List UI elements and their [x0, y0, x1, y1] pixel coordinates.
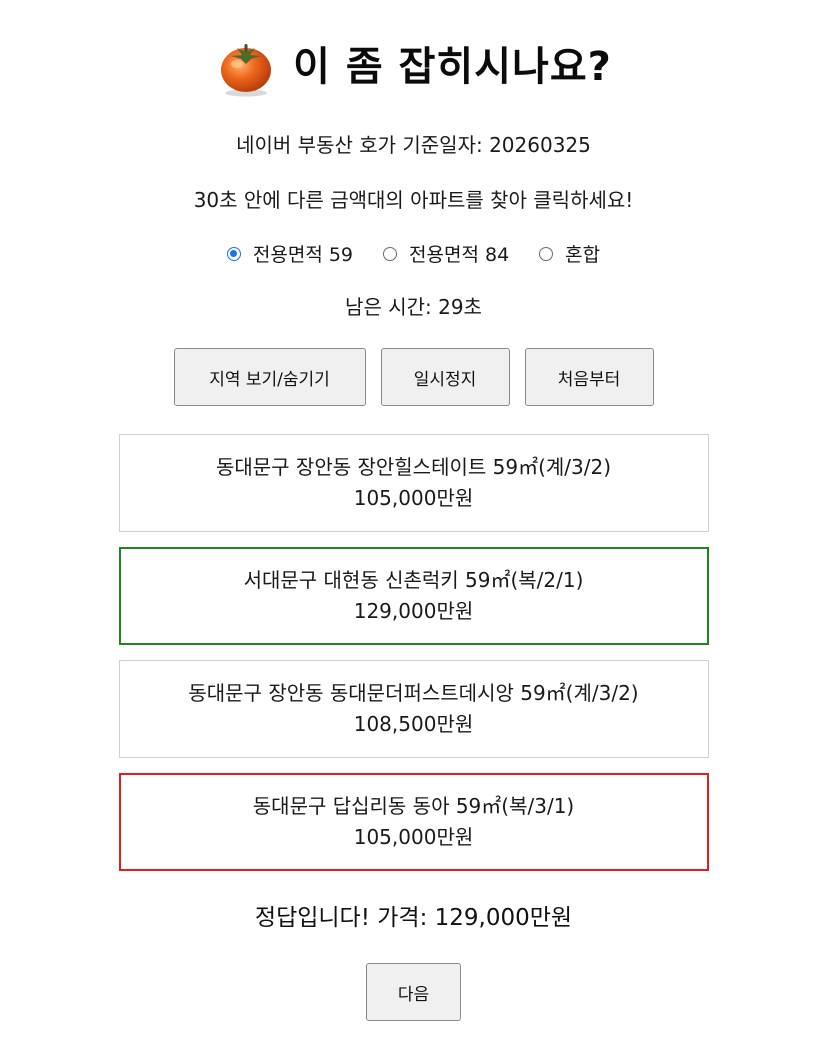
persimmon-icon [221, 44, 272, 97]
radio-label-84: 전용면적 84 [409, 244, 510, 266]
result-message: 정답입니다! 가격: 129,000만원 [254, 905, 573, 931]
apartment-price: 105,000만원 [353, 825, 474, 849]
apartment-card-correct[interactable]: 서대문구 대현동 신촌럭키 59㎡(복/2/1) 129,000만원 [118, 547, 709, 645]
title-row: 이 좀 잡히시나요? [215, 34, 612, 100]
apartment-card[interactable]: 동대문구 장안동 동대문더퍼스트데시앙 59㎡(계/3/2) 108,500만원 [118, 660, 709, 758]
apartment-name: 동대문구 답십리동 동아 59㎡(복/3/1) [252, 794, 575, 818]
restart-button[interactable]: 처음부터 [524, 348, 654, 406]
radio-option-59[interactable]: 전용면적 59 [226, 240, 354, 267]
radio-option-mixed[interactable]: 혼합 [539, 240, 600, 267]
apartment-name: 서대문구 대현동 신촌럭키 59㎡(복/2/1) [243, 568, 584, 592]
area-radio-group: 전용면적 59 전용면적 84 혼합 [226, 240, 600, 267]
game-page: 이 좀 잡히시나요? 네이버 부동산 호가 기준일자: 20260325 30초… [0, 0, 827, 1021]
radio-label-59: 전용면적 59 [252, 244, 354, 266]
apartment-card-wrong[interactable]: 동대문구 답십리동 동아 59㎡(복/3/1) 105,000만원 [118, 773, 709, 871]
control-buttons: 지역 보기/숨기기 일시정지 처음부터 [173, 348, 654, 406]
apartment-card[interactable]: 동대문구 장안동 장안힐스테이트 59㎡(계/3/2) 105,000만원 [118, 434, 709, 532]
apartment-name: 동대문구 장안동 장안힐스테이트 59㎡(계/3/2) [215, 455, 612, 479]
base-date-text: 네이버 부동산 호가 기준일자: 20260325 [236, 133, 591, 157]
radio-button-mixed[interactable] [539, 246, 554, 261]
apartment-name: 동대문구 장안동 동대문더퍼스트데시앙 59㎡(계/3/2) [188, 681, 639, 705]
pause-button[interactable]: 일시정지 [380, 348, 510, 406]
apartment-price: 129,000만원 [353, 599, 474, 623]
radio-button-59[interactable] [226, 246, 241, 261]
apartment-card-list: 동대문구 장안동 장안힐스테이트 59㎡(계/3/2) 105,000만원 서대… [118, 434, 709, 871]
apartment-price: 108,500만원 [353, 712, 474, 736]
instruction-text: 30초 안에 다른 금액대의 아파트를 찾아 클릭하세요! [193, 188, 634, 212]
next-button[interactable]: 다음 [366, 963, 461, 1021]
radio-label-mixed: 혼합 [565, 244, 601, 266]
radio-option-84[interactable]: 전용면적 84 [383, 240, 509, 267]
radio-button-84[interactable] [383, 246, 398, 261]
region-toggle-button[interactable]: 지역 보기/숨기기 [173, 348, 366, 406]
apartment-price: 105,000만원 [353, 486, 474, 510]
timer-text: 남은 시간: 29초 [345, 295, 482, 319]
page-title: 이 좀 잡히시나요? [293, 44, 612, 90]
